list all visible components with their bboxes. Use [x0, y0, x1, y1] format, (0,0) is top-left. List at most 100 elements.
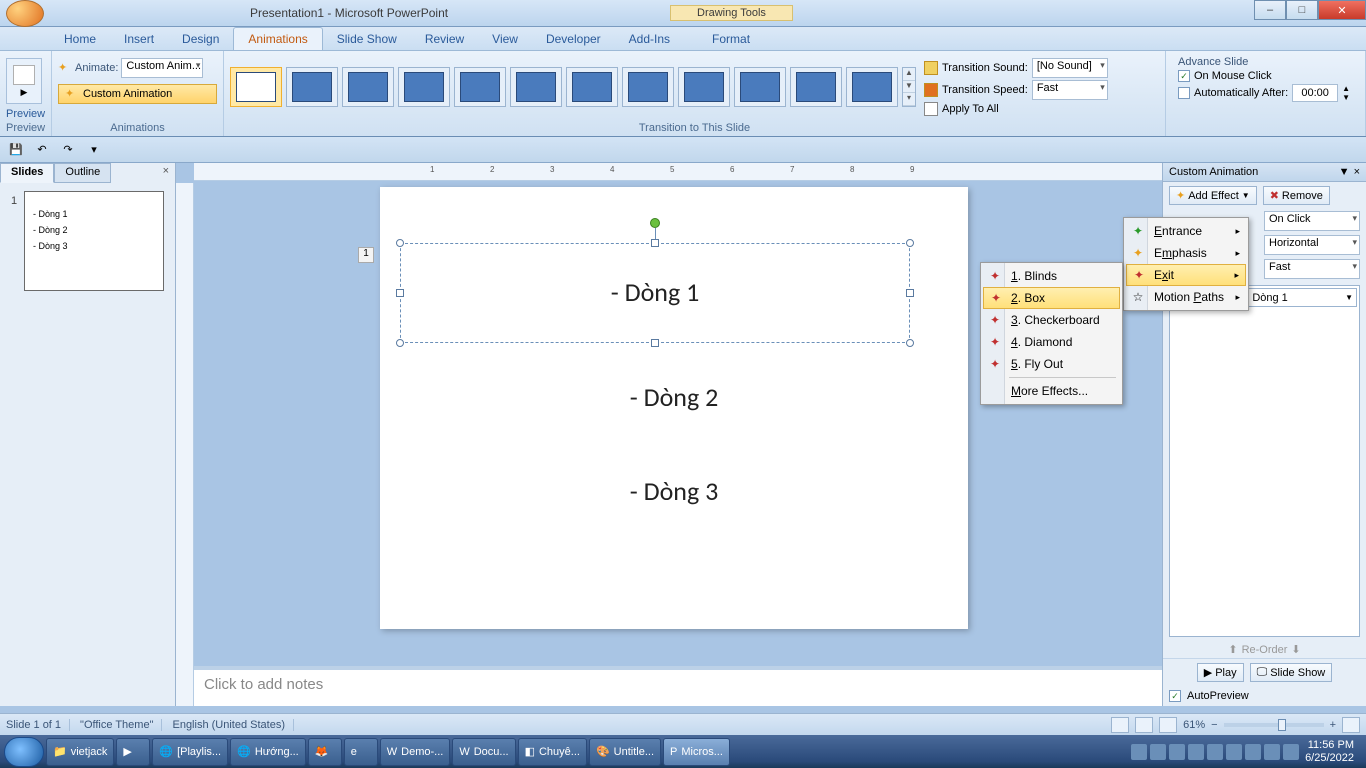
title-textbox[interactable]: - Dòng 1	[400, 243, 910, 343]
auto-after-checkbox[interactable]	[1178, 87, 1190, 99]
tray-icon[interactable]	[1150, 744, 1166, 760]
menu-exit[interactable]: ✦Exit▸	[1126, 264, 1246, 286]
remove-effect-button[interactable]: ✖Remove	[1263, 186, 1330, 205]
on-click-checkbox[interactable]: ✓	[1178, 70, 1190, 82]
outline-tab[interactable]: Outline	[54, 163, 111, 183]
reorder-up-icon[interactable]: ⬆	[1228, 643, 1237, 656]
autopreview-checkbox[interactable]: ✓	[1169, 690, 1181, 702]
play-button[interactable]: ▶ Play	[1197, 663, 1244, 682]
redo-icon[interactable]: ↷	[58, 140, 78, 160]
resize-handle[interactable]	[396, 339, 404, 347]
save-icon[interactable]: 💾	[6, 140, 26, 160]
close-button[interactable]: ✕	[1318, 0, 1366, 20]
zoom-percent[interactable]: 61%	[1183, 719, 1205, 731]
menu-emphasis[interactable]: ✦Emphasis▸	[1126, 242, 1246, 264]
tray-icon[interactable]	[1283, 744, 1299, 760]
taskbar-item[interactable]: 🦊	[308, 738, 342, 766]
animate-combo[interactable]: Custom Anim...	[121, 58, 203, 78]
tray-icon[interactable]	[1188, 744, 1204, 760]
property-combo[interactable]: Horizontal	[1264, 235, 1360, 255]
resize-handle[interactable]	[651, 339, 659, 347]
taskbar-item[interactable]: WDemo-...	[380, 738, 451, 766]
office-button[interactable]	[6, 0, 44, 27]
transition-item[interactable]	[566, 67, 618, 107]
tab-design[interactable]: Design	[168, 28, 233, 50]
slide-thumbnail[interactable]: 1 - Dòng 1 - Dòng 2 - Dòng 3	[24, 191, 164, 291]
transition-item[interactable]	[678, 67, 730, 107]
gallery-scroll[interactable]: ▲▼▾	[902, 67, 916, 107]
resize-handle[interactable]	[906, 239, 914, 247]
rotate-handle[interactable]	[650, 218, 660, 228]
taskbar-item[interactable]: e	[344, 738, 378, 766]
taskbar-item[interactable]: 📁vietjack	[46, 738, 114, 766]
zoom-out-button[interactable]: −	[1211, 719, 1217, 731]
slide-text-line[interactable]: - Dòng 1	[401, 276, 909, 308]
minimize-button[interactable]: –	[1254, 0, 1286, 20]
taskpane-close-icon[interactable]: ×	[1354, 166, 1360, 178]
zoom-slider[interactable]	[1224, 723, 1324, 727]
taskbar-item[interactable]: ◧Chuyê...	[518, 738, 587, 766]
slideshow-view-button[interactable]	[1159, 717, 1177, 733]
transition-item[interactable]	[734, 67, 786, 107]
tray-icon[interactable]	[1169, 744, 1185, 760]
transition-item[interactable]	[622, 67, 674, 107]
tab-slideshow[interactable]: Slide Show	[323, 28, 411, 50]
taskbar-item[interactable]: 🎨Untitle...	[589, 738, 661, 766]
zoom-in-button[interactable]: +	[1330, 719, 1336, 731]
menu-motion-paths[interactable]: ☆Motion Paths▸	[1126, 286, 1246, 308]
tray-icon[interactable]	[1226, 744, 1242, 760]
start-button[interactable]	[4, 737, 44, 767]
taskbar-item[interactable]: 🌐[Playlis...	[152, 738, 228, 766]
auto-after-spinner[interactable]	[1292, 84, 1338, 102]
start-combo[interactable]: On Click	[1264, 211, 1360, 231]
slide-canvas[interactable]: 1 - Dòng 1 - Dòng 2 - Dòng 3	[380, 187, 968, 629]
exit-box[interactable]: ✦2. Box	[983, 287, 1120, 309]
transition-item[interactable]	[454, 67, 506, 107]
taskbar-item[interactable]: WDocu...	[452, 738, 515, 766]
transition-item[interactable]	[342, 67, 394, 107]
transition-sound-combo[interactable]: [No Sound]	[1032, 58, 1108, 78]
tab-format[interactable]: Format	[698, 28, 764, 50]
tray-icon[interactable]	[1131, 744, 1147, 760]
item-dropdown-icon[interactable]: ▼	[1345, 293, 1353, 302]
taskbar-item[interactable]: 🌐Hướng...	[230, 738, 306, 766]
close-panel-icon[interactable]: ×	[157, 163, 175, 183]
status-language[interactable]: English (United States)	[172, 719, 294, 731]
resize-handle[interactable]	[651, 239, 659, 247]
add-effect-button[interactable]: ✦Add Effect▼	[1169, 186, 1257, 205]
exit-more-effects[interactable]: More Effects...	[983, 380, 1120, 402]
notes-pane[interactable]: Click to add notes	[194, 666, 1162, 706]
transition-item[interactable]	[510, 67, 562, 107]
exit-flyout[interactable]: ✦5. Fly Out	[983, 353, 1120, 375]
tab-review[interactable]: Review	[411, 28, 478, 50]
transition-speed-combo[interactable]: Fast	[1032, 80, 1108, 100]
apply-to-all-button[interactable]: Apply To All	[924, 102, 1108, 116]
transition-none[interactable]	[230, 67, 282, 107]
animation-list[interactable]: 1 🖱 ✦ Title 1: - Dòng 1 ▼	[1169, 285, 1360, 637]
resize-handle[interactable]	[906, 339, 914, 347]
transition-gallery[interactable]: ▲▼▾	[230, 67, 916, 107]
speed-combo[interactable]: Fast	[1264, 259, 1360, 279]
tab-home[interactable]: Home	[50, 28, 110, 50]
slides-tab[interactable]: Slides	[0, 163, 54, 183]
transition-item[interactable]	[398, 67, 450, 107]
transition-item[interactable]	[286, 67, 338, 107]
transition-item[interactable]	[790, 67, 842, 107]
fit-to-window-button[interactable]	[1342, 717, 1360, 733]
exit-checkerboard[interactable]: ✦3. Checkerboard	[983, 309, 1120, 331]
reorder-down-icon[interactable]: ⬇	[1291, 643, 1300, 656]
exit-diamond[interactable]: ✦4. Diamond	[983, 331, 1120, 353]
taskpane-dropdown-icon[interactable]: ▼	[1339, 166, 1350, 178]
tab-view[interactable]: View	[478, 28, 532, 50]
sorter-view-button[interactable]	[1135, 717, 1153, 733]
system-tray[interactable]: 11:56 PM6/25/2022	[1131, 739, 1362, 763]
custom-animation-button[interactable]: ✦ Custom Animation	[58, 84, 217, 104]
tray-icon[interactable]	[1264, 744, 1280, 760]
taskbar-item-active[interactable]: PMicros...	[663, 738, 730, 766]
tab-addins[interactable]: Add-Ins	[615, 28, 684, 50]
maximize-button[interactable]: □	[1286, 0, 1318, 20]
menu-entrance[interactable]: ✦Entrance▸	[1126, 220, 1246, 242]
exit-blinds[interactable]: ✦1. Blinds	[983, 265, 1120, 287]
tray-icon[interactable]	[1207, 744, 1223, 760]
undo-icon[interactable]: ↶	[32, 140, 52, 160]
